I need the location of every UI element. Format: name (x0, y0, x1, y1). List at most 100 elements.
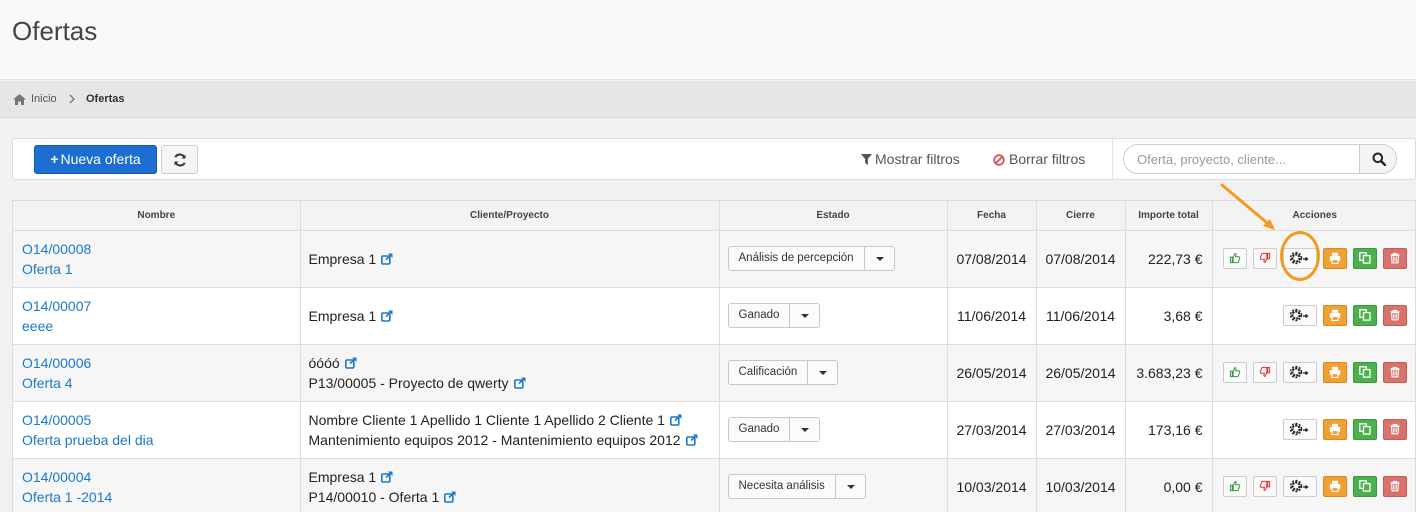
cell-importe: 222,73 € (1125, 230, 1213, 288)
delete-button[interactable] (1383, 418, 1407, 440)
clear-filters-label: Borrar filtros (1009, 151, 1086, 167)
external-link-icon[interactable] (381, 309, 393, 322)
offer-code-link[interactable]: O14/00008 (22, 239, 300, 259)
print-button[interactable] (1323, 304, 1347, 326)
thumbs-down-icon (1259, 366, 1271, 377)
print-button[interactable] (1323, 475, 1347, 497)
proyecto-name[interactable]: P14/00010 - Oferta 1 (309, 489, 440, 505)
print-icon (1329, 252, 1341, 264)
status-dropdown[interactable]: Necesita análisis (727, 474, 866, 499)
cliente-name[interactable]: Empresa 1 (309, 469, 377, 485)
actions-menu-button[interactable] (1283, 304, 1317, 326)
cliente-name[interactable]: óóóó (309, 355, 340, 371)
offer-name-link[interactable]: Oferta 1 (22, 259, 300, 279)
header-cierre[interactable]: Cierre (1036, 201, 1126, 231)
breadcrumb-home-link[interactable]: Inicio (31, 93, 57, 105)
trash-icon (1390, 252, 1400, 264)
home-icon[interactable] (13, 94, 26, 105)
header-importe-total[interactable]: Importe total (1125, 201, 1213, 231)
proyecto-name[interactable]: P13/00005 - Proyecto de qwerty (309, 375, 509, 391)
duplicate-button[interactable] (1353, 418, 1377, 440)
offer-name-link[interactable]: eeee (22, 316, 300, 336)
header-fecha[interactable]: Fecha (947, 201, 1037, 231)
offer-code-link[interactable]: O14/00006 (22, 353, 300, 373)
table-row[interactable]: O14/00007 eeee Empresa 1 Ganado 11/06/2014 11… (13, 287, 1415, 345)
search-icon (1372, 152, 1386, 166)
cell-estado: Análisis de percepción (719, 230, 948, 288)
header-cliente-proyecto[interactable]: Cliente/Proyecto (300, 201, 720, 231)
mark-won-button[interactable] (1223, 247, 1247, 269)
actions-menu-button[interactable] (1283, 475, 1317, 497)
table-row[interactable]: O14/00004 Oferta 1 -2014 Empresa 1 P14/0001… (13, 458, 1415, 512)
delete-button[interactable] (1383, 247, 1407, 269)
print-button[interactable] (1323, 361, 1347, 383)
mark-lost-button[interactable] (1253, 247, 1277, 269)
table-row[interactable]: O14/00006 Oferta 4 óóóó P13/00005 - Proyect… (13, 344, 1415, 402)
external-link-icon[interactable] (669, 413, 682, 426)
duplicate-button[interactable] (1353, 247, 1377, 269)
cell-cliente-proyecto: Nombre Cliente 1 Apellido 1 Cliente 1 Ap… (300, 401, 720, 459)
external-link-icon[interactable] (381, 470, 393, 483)
caret-down-icon[interactable] (789, 418, 819, 441)
table-row[interactable]: O14/00008 Oferta 1 Empresa 1 Análisis de pe… (13, 230, 1415, 288)
refresh-button[interactable] (161, 145, 198, 174)
duplicate-button[interactable] (1353, 304, 1377, 326)
offer-code-link[interactable]: O14/00005 (22, 410, 300, 430)
actions-menu-button[interactable] (1283, 361, 1317, 383)
table-row[interactable]: O14/00005 Oferta prueba del dia Nombre Cli… (13, 401, 1415, 459)
external-link-icon[interactable] (344, 356, 357, 369)
status-label[interactable]: Calificación (729, 361, 808, 384)
mark-won-button[interactable] (1223, 361, 1247, 383)
proyecto-name[interactable]: Mantenimiento equipos 2012 - Mantenimien… (309, 432, 681, 448)
cell-cierre: 26/05/2014 (1036, 344, 1126, 402)
cell-nombre: O14/00005 Oferta prueba del dia (13, 401, 301, 459)
external-link-icon[interactable] (381, 252, 393, 265)
search-input[interactable] (1124, 145, 1359, 173)
offer-code-link[interactable]: O14/00007 (22, 296, 300, 316)
duplicate-button[interactable] (1353, 475, 1377, 497)
delete-button[interactable] (1383, 475, 1407, 497)
cell-cliente-proyecto: Empresa 1 (300, 230, 720, 288)
show-filters-link[interactable]: Mostrar filtros (861, 151, 960, 167)
actions-menu-button[interactable] (1283, 247, 1317, 269)
status-dropdown[interactable]: Análisis de percepción (727, 246, 895, 271)
caret-down-icon[interactable] (807, 361, 837, 384)
print-button[interactable] (1323, 418, 1347, 440)
clear-filters-link[interactable]: Borrar filtros (993, 151, 1085, 167)
external-link-icon[interactable] (513, 376, 526, 389)
status-label[interactable]: Ganado (729, 418, 790, 441)
cliente-name[interactable]: Empresa 1 (309, 308, 377, 324)
offer-name-link[interactable]: Oferta 4 (22, 373, 300, 393)
mark-lost-button[interactable] (1253, 475, 1277, 497)
offer-code-link[interactable]: O14/00004 (22, 467, 300, 487)
caret-down-icon[interactable] (863, 247, 894, 270)
offer-name-link[interactable]: Oferta prueba del dia (22, 430, 300, 450)
external-link-icon[interactable] (444, 490, 456, 503)
new-offer-button[interactable]: + Nueva oferta (34, 145, 157, 174)
cliente-line: Empresa 1 (309, 306, 719, 326)
status-label[interactable]: Ganado (729, 304, 790, 327)
status-dropdown[interactable]: Ganado (727, 303, 821, 328)
delete-button[interactable] (1383, 361, 1407, 383)
search-button[interactable] (1359, 145, 1396, 173)
status-dropdown[interactable]: Ganado (727, 417, 821, 442)
header-nombre[interactable]: Nombre (13, 201, 301, 231)
status-label[interactable]: Necesita análisis (729, 475, 835, 498)
delete-button[interactable] (1383, 304, 1407, 326)
header-estado[interactable]: Estado (719, 201, 948, 231)
duplicate-button[interactable] (1353, 361, 1377, 383)
cell-importe: 173,16 € (1125, 401, 1213, 459)
mark-won-button[interactable] (1223, 475, 1247, 497)
status-dropdown[interactable]: Calificación (727, 360, 839, 385)
caret-down-icon[interactable] (789, 304, 819, 327)
offer-name-link[interactable]: Oferta 1 -2014 (22, 487, 300, 507)
status-label[interactable]: Análisis de percepción (729, 247, 864, 270)
cliente-name[interactable]: Empresa 1 (309, 251, 377, 267)
caret-down-icon[interactable] (834, 475, 865, 498)
print-button[interactable] (1323, 247, 1347, 269)
cliente-name[interactable]: Nombre Cliente 1 Apellido 1 Cliente 1 Ap… (309, 412, 665, 428)
cell-cierre: 11/06/2014 (1036, 287, 1126, 345)
actions-menu-button[interactable] (1283, 418, 1317, 440)
external-link-icon[interactable] (685, 433, 698, 446)
mark-lost-button[interactable] (1253, 361, 1277, 383)
